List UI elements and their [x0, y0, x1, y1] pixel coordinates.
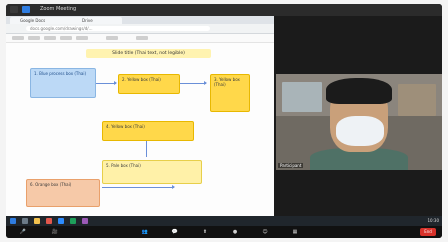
window-title: Zoom Meeting: [40, 6, 77, 12]
apps-icon[interactable]: ▦: [286, 228, 304, 236]
flow-connector: [146, 141, 147, 157]
face-mask: [336, 116, 384, 146]
desktop-screen: Zoom Meeting Google Docs Drive docs.goog…: [6, 4, 442, 238]
participant-video[interactable]: Participant: [276, 74, 442, 170]
search-icon[interactable]: [22, 218, 28, 224]
wall-poster: [282, 82, 322, 112]
toolbar-button[interactable]: [12, 36, 24, 40]
folder-icon[interactable]: [34, 218, 40, 224]
browser-tab-docs[interactable]: Google Docs: [10, 17, 80, 24]
flow-box-3: 3. Yellow box (Thai): [210, 74, 250, 112]
flow-box-1: 1. Blue process box (Thai): [30, 68, 96, 98]
flow-box-5: 5. Pale box (Thai): [102, 160, 202, 184]
shared-screen: Google Docs Drive docs.google.com/drawin…: [6, 16, 274, 216]
flow-box-4: 4. Yellow box (Thai): [102, 121, 194, 141]
windows-taskbar: 10:30: [6, 216, 442, 226]
start-icon[interactable]: [10, 218, 16, 224]
browser-tab-drive[interactable]: Drive: [72, 17, 122, 24]
video-camera-icon[interactable]: 🎥: [46, 228, 64, 236]
document-toolbar: [6, 34, 274, 43]
reactions-icon[interactable]: ☺: [256, 228, 274, 236]
toolbar-button[interactable]: [76, 36, 88, 40]
taskbar-clock: 10:30: [427, 218, 439, 223]
toolbar-button[interactable]: [44, 36, 56, 40]
toolbar-button[interactable]: [106, 36, 118, 40]
flow-arrow: [102, 185, 175, 189]
app-icon[interactable]: [82, 218, 88, 224]
flow-arrow: [96, 81, 117, 85]
toolbar-button[interactable]: [136, 36, 148, 40]
flow-arrow: [180, 81, 207, 85]
app-icon[interactable]: [70, 218, 76, 224]
browser-tab-strip: Google Docs Drive: [6, 16, 274, 24]
toolbar-button[interactable]: [60, 36, 72, 40]
participant-hair: [326, 78, 392, 104]
toolbar-button[interactable]: [28, 36, 40, 40]
slide-title: Slide title (Thai text, not legible): [86, 49, 211, 58]
record-icon[interactable]: ●: [226, 228, 244, 236]
address-bar: docs.google.com/drawings/d/...: [6, 24, 274, 34]
zoom-taskbar-icon[interactable]: [58, 218, 64, 224]
url-field[interactable]: docs.google.com/drawings/d/...: [26, 26, 210, 31]
participant-name: Participant: [278, 163, 304, 168]
participants-icon[interactable]: 👥: [136, 228, 154, 236]
slide-canvas: Slide title (Thai text, not legible) 1. …: [6, 43, 274, 216]
end-meeting-button[interactable]: End: [420, 228, 436, 236]
wall-poster: [398, 84, 436, 116]
microphone-icon[interactable]: 🎤: [14, 228, 32, 236]
flow-box-2: 2. Yellow box (Thai): [118, 74, 180, 94]
meeting-controls: 🎤 🎥 👥 💬 ⬆ ● ☺ ▦ End: [6, 226, 442, 238]
meeting-title-bar: Zoom Meeting: [6, 4, 442, 16]
zoom-icon: [22, 6, 30, 13]
share-screen-icon[interactable]: ⬆: [196, 228, 214, 236]
chat-icon[interactable]: 💬: [166, 228, 184, 236]
flow-box-6: 6. Orange box (Thai): [26, 179, 100, 207]
browser-icon[interactable]: [46, 218, 52, 224]
app-logo-icon: [10, 6, 18, 13]
